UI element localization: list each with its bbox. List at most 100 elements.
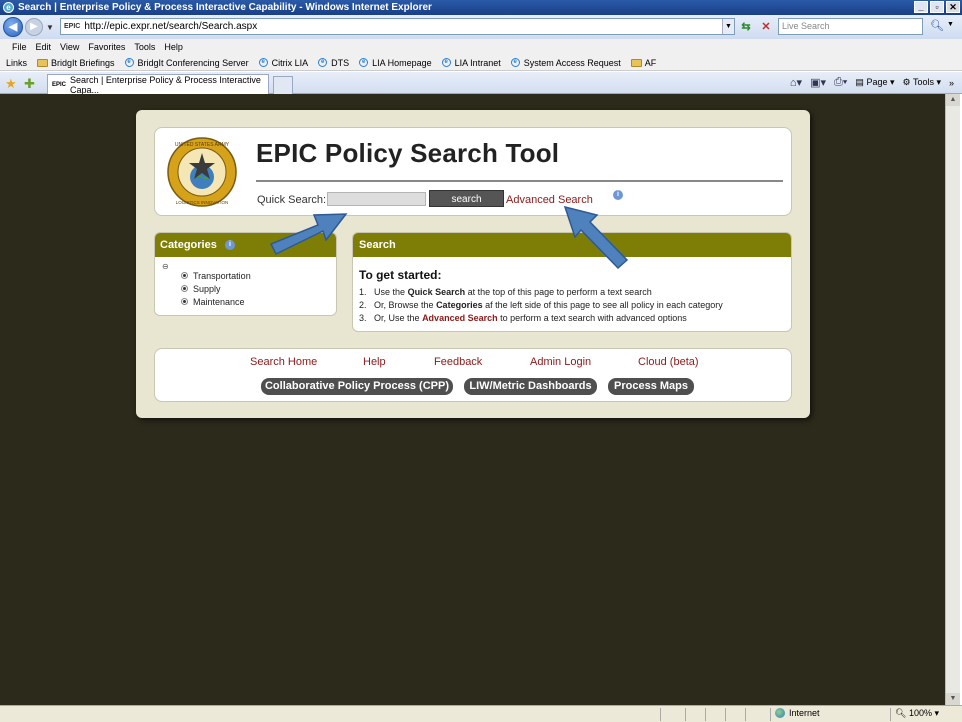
footer-link-feedback[interactable]: Feedback <box>434 356 482 368</box>
folder-icon <box>37 58 49 67</box>
category-item-transportation[interactable]: Transportation <box>181 269 251 282</box>
link-bridgit-conferencing[interactable]: e BridgIt Conferencing Server <box>124 57 249 68</box>
categories-heading: Categories <box>160 239 217 251</box>
home-icon[interactable]: ⌂▾ <box>790 76 802 89</box>
status-divider <box>890 708 891 721</box>
minimize-button[interactable]: _ <box>914 1 928 13</box>
expand-node-icon[interactable] <box>181 272 188 279</box>
categories-info-icon[interactable]: i <box>224 240 235 251</box>
link-lia-homepage[interactable]: e LIA Homepage <box>359 58 432 68</box>
link-label: System Access Request <box>523 57 621 68</box>
link-af[interactable]: AF <box>630 57 657 68</box>
page-title: EPIC Policy Search Tool <box>256 138 560 168</box>
url-dropdown-icon[interactable]: ▼ <box>722 19 734 34</box>
page-icon: ▤ <box>855 77 864 87</box>
link-label: DTS <box>331 57 350 68</box>
process-maps-button[interactable]: Process Maps <box>608 378 694 395</box>
tab-bar: ★ ✚ EPIC Search | Enterprise Policy & Pr… <box>0 72 962 95</box>
print-icon[interactable]: ⎙▾ <box>834 76 847 89</box>
advanced-search-inline-link[interactable]: Advanced Search <box>422 313 498 323</box>
tab-search[interactable]: EPIC Search | Enterprise Policy & Proces… <box>47 74 269 95</box>
url-field[interactable]: EPIC http://epic.expr.net/search/Search.… <box>60 18 735 35</box>
tools-menu[interactable]: ⚙ Tools ▾ <box>903 77 941 88</box>
expand-node-icon[interactable] <box>181 285 188 292</box>
refresh-icon[interactable]: ⇆ <box>738 20 754 34</box>
favorites-star-icon[interactable]: ★ <box>5 76 17 92</box>
status-divider <box>685 708 686 721</box>
ie-icon: e <box>258 58 268 67</box>
collapse-tree-icon[interactable]: ⊖ <box>162 262 169 271</box>
menu-view[interactable]: View <box>60 42 79 52</box>
footer-link-admin-login[interactable]: Admin Login <box>530 356 591 368</box>
footer-link-cloud[interactable]: Cloud (beta) <box>638 356 699 368</box>
vertical-scrollbar[interactable]: ▲ ▼ <box>945 94 960 705</box>
ie-icon: e <box>318 58 328 67</box>
zoom-value: 100% <box>908 708 932 718</box>
footer-link-help[interactable]: Help <box>363 356 386 368</box>
step-item: 3. Or, Use the Advanced Search to perfor… <box>359 313 687 323</box>
svg-text:LOGISTICS INNOVATION: LOGISTICS INNOVATION <box>176 200 229 205</box>
tools-menu-label: Tools <box>912 77 934 87</box>
close-button[interactable]: ✕ <box>946 1 960 13</box>
category-list: Transportation Supply Maintenance <box>181 269 251 308</box>
menu-help[interactable]: Help <box>164 42 183 52</box>
zone-label: Internet <box>789 708 820 718</box>
page-menu[interactable]: ▤ Page ▾ <box>855 77 894 88</box>
getting-started-steps: 1. Use the Quick Search at the top of th… <box>359 287 723 326</box>
category-label: Transportation <box>193 270 251 281</box>
stop-icon[interactable]: ✕ <box>758 20 774 34</box>
link-label: AF <box>644 57 657 68</box>
menu-favorites[interactable]: Favorites <box>88 42 125 52</box>
add-favorites-icon[interactable]: ✚ <box>24 76 35 92</box>
footer-link-search-home[interactable]: Search Home <box>250 356 317 368</box>
scroll-up-icon[interactable]: ▲ <box>946 94 960 106</box>
menu-edit[interactable]: Edit <box>36 42 52 52</box>
ie-icon: e <box>124 58 134 67</box>
footer-card: Search Home Help Feedback Admin Login Cl… <box>154 348 792 402</box>
menu-file[interactable]: File <box>12 42 27 52</box>
svg-text:UNITED STATES ARMY: UNITED STATES ARMY <box>175 142 230 148</box>
category-label: Maintenance <box>193 296 245 307</box>
quick-search-label: Quick Search: <box>257 194 327 206</box>
quick-search-input[interactable] <box>327 192 426 206</box>
army-lia-seal-logo: UNITED STATES ARMY LOGISTICS INNOVATION <box>167 137 237 207</box>
address-bar: ◀ ▶ ▼ EPIC http://epic.expr.net/search/S… <box>0 15 962 39</box>
annotation-arrow-quick-search <box>269 213 348 256</box>
security-zone[interactable]: Internet <box>775 708 820 718</box>
liw-metric-dashboards-button[interactable]: LIW/Metric Dashboards <box>464 378 597 395</box>
ie-icon: e <box>510 58 520 67</box>
recent-pages-dropdown[interactable]: ▼ <box>46 23 56 32</box>
category-item-supply[interactable]: Supply <box>181 282 251 295</box>
maximize-button[interactable]: ▫ <box>930 1 944 13</box>
live-search-input[interactable]: Live Search <box>778 18 923 35</box>
header-card: UNITED STATES ARMY LOGISTICS INNOVATION … <box>154 127 792 216</box>
forward-button[interactable]: ▶ <box>25 18 43 36</box>
advanced-search-info-icon[interactable]: i <box>613 190 623 200</box>
page-menu-label: Page <box>866 77 888 87</box>
link-label: Citrix LIA <box>271 57 309 68</box>
feeds-icon[interactable]: ▣▾ <box>810 76 826 89</box>
link-label: BridgIt Conferencing Server <box>137 57 249 68</box>
category-item-maintenance[interactable]: Maintenance <box>181 295 251 308</box>
cpp-button[interactable]: Collaborative Policy Process (CPP) <box>261 378 453 395</box>
menu-tools[interactable]: Tools <box>134 42 155 52</box>
chevron-more-icon[interactable]: » <box>949 78 954 88</box>
new-tab-button[interactable] <box>273 76 293 94</box>
step-item: 1. Use the Quick Search at the top of th… <box>359 287 652 297</box>
link-system-access-request[interactable]: e System Access Request <box>510 57 621 68</box>
scroll-down-icon[interactable]: ▼ <box>946 693 960 705</box>
link-citrix-lia[interactable]: e Citrix LIA <box>258 57 309 68</box>
search-icon[interactable]: 🔍︎ <box>927 19 947 35</box>
link-dts[interactable]: e DTS <box>318 58 349 68</box>
search-options-dropdown-icon[interactable]: ▼ <box>947 21 954 28</box>
tab-title: Search | Enterprise Policy & Process Int… <box>70 74 261 95</box>
link-bridgit-briefings[interactable]: BridgIt Briefings <box>37 58 115 68</box>
tools-gear-icon: ⚙ <box>902 77 911 87</box>
back-button[interactable]: ◀ <box>3 17 23 37</box>
status-bar: Internet 🔍︎ 100% ▾ <box>0 705 962 722</box>
expand-node-icon[interactable] <box>181 298 188 305</box>
window-title-bar: e Search | Enterprise Policy & Process I… <box>0 0 962 15</box>
zoom-control[interactable]: 🔍︎ 100% ▾ <box>895 708 939 719</box>
link-lia-intranet[interactable]: e LIA Intranet <box>441 58 501 68</box>
search-button[interactable]: search <box>429 190 504 207</box>
